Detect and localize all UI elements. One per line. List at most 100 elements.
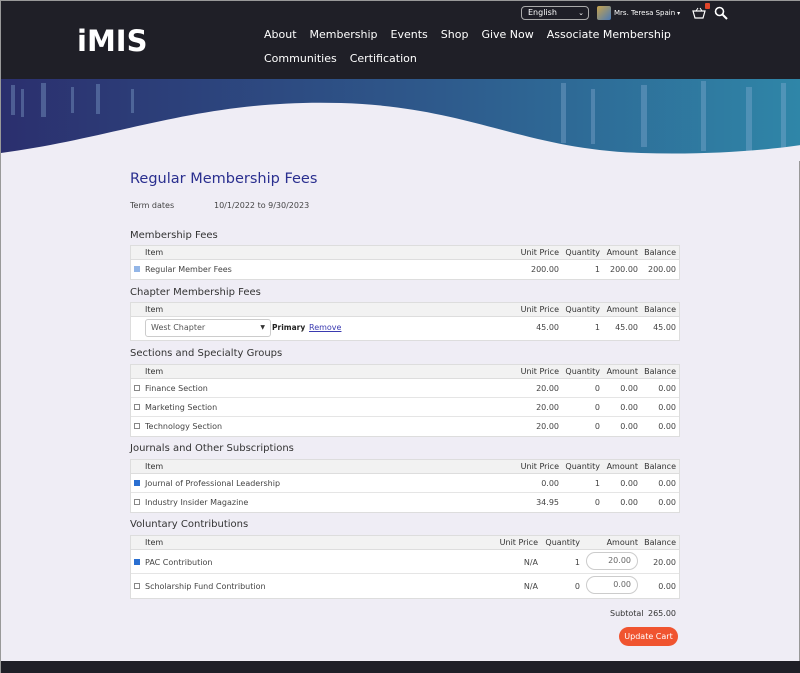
col-quantity: Quantity — [565, 367, 600, 376]
journals-table: Item Unit Price Quantity Amount Balance … — [130, 459, 680, 513]
col-unit-price: Unit Price — [520, 248, 559, 257]
col-balance: Balance — [644, 248, 676, 257]
col-quantity: Quantity — [565, 305, 600, 314]
nav-item-communities[interactable]: Communities — [264, 52, 337, 66]
row-item: Scholarship Fund Contribution — [145, 582, 266, 591]
amount-input[interactable]: 20.00 — [586, 552, 638, 570]
row-unit-price: 20.00 — [536, 384, 559, 393]
row-quantity: 0 — [574, 582, 580, 591]
row-amount: 0.00 — [620, 422, 638, 431]
row-balance: 0.00 — [658, 582, 676, 591]
cart-icon[interactable] — [692, 3, 711, 19]
row-quantity: 1 — [574, 558, 580, 567]
sections-table: Item Unit Price Quantity Amount Balance … — [130, 364, 680, 437]
col-item: Item — [145, 462, 164, 471]
row-checkbox[interactable] — [134, 423, 140, 429]
row-unit-price: 45.00 — [536, 323, 559, 332]
update-cart-button[interactable]: Update Cart — [619, 627, 678, 646]
row-quantity: 0 — [594, 498, 600, 507]
col-unit-price: Unit Price — [499, 538, 538, 547]
row-checkbox[interactable] — [134, 480, 140, 486]
row-amount: 45.00 — [615, 323, 638, 332]
table-row: Finance Section 20.00 0 0.00 0.00 — [131, 379, 679, 398]
row-unit-price: N/A — [523, 582, 538, 591]
row-quantity: 1 — [594, 479, 600, 488]
language-select[interactable]: English ⌄ — [521, 6, 589, 20]
col-item: Item — [145, 538, 164, 547]
row-balance: 200.00 — [648, 265, 676, 274]
row-unit-price: 20.00 — [536, 422, 559, 431]
row-checkbox[interactable] — [134, 559, 140, 565]
row-amount: 0.00 — [620, 479, 638, 488]
term-value: 10/1/2022 to 9/30/2023 — [214, 201, 310, 210]
row-checkbox[interactable] — [134, 583, 140, 589]
cart-badge — [705, 3, 711, 9]
nav-item-certification[interactable]: Certification — [350, 52, 417, 66]
row-item: Marketing Section — [145, 403, 218, 412]
nav-item-membership[interactable]: Membership — [310, 28, 378, 42]
table-header: Item Unit Price Quantity Amount Balance — [131, 303, 679, 317]
row-balance: 0.00 — [658, 498, 676, 507]
site-footer — [1, 661, 800, 673]
subtotal-value: 265.00 — [648, 609, 676, 618]
chapter-select[interactable]: West Chapter ▼ — [145, 319, 271, 337]
chapter-fees-table: Item Unit Price Quantity Amount Balance … — [130, 302, 680, 341]
subtotal-label: Subtotal — [610, 609, 644, 618]
user-menu[interactable]: Mrs. Teresa Spain ▾ — [597, 6, 680, 20]
row-quantity: 1 — [594, 265, 600, 274]
row-checkbox[interactable] — [134, 499, 140, 505]
nav-item-about[interactable]: About — [264, 28, 297, 42]
row-quantity: 0 — [594, 384, 600, 393]
section-heading-membership-fees: Membership Fees — [130, 230, 218, 241]
row-unit-price: 200.00 — [531, 265, 559, 274]
col-quantity: Quantity — [545, 538, 580, 547]
table-row: Industry Insider Magazine 34.95 0 0.00 0… — [131, 493, 679, 512]
col-quantity: Quantity — [565, 462, 600, 471]
col-quantity: Quantity — [565, 248, 600, 257]
search-icon[interactable] — [714, 6, 728, 20]
section-heading-contributions: Voluntary Contributions — [130, 519, 249, 530]
row-amount: 0.00 — [620, 498, 638, 507]
row-unit-price: N/A — [523, 558, 538, 567]
col-unit-price: Unit Price — [520, 462, 559, 471]
col-amount: Amount — [606, 367, 638, 376]
table-row: Regular Member Fees 200.00 1 200.00 200.… — [131, 260, 679, 279]
col-item: Item — [145, 248, 164, 257]
col-balance: Balance — [644, 367, 676, 376]
table-header: Item Unit Price Quantity Amount Balance — [131, 536, 679, 550]
row-balance: 0.00 — [658, 384, 676, 393]
row-checkbox[interactable] — [134, 404, 140, 410]
row-item: Journal of Professional Leadership — [145, 479, 281, 488]
table-row: Journal of Professional Leadership 0.00 … — [131, 474, 679, 493]
col-amount: Amount — [606, 248, 638, 257]
remove-link[interactable]: Remove — [309, 323, 341, 332]
nav-item-give-now[interactable]: Give Now — [481, 28, 533, 42]
table-row: Technology Section 20.00 0 0.00 0.00 — [131, 417, 679, 436]
amount-input[interactable]: 0.00 — [586, 576, 638, 594]
main-nav: About Membership Events Shop Give Now As… — [264, 28, 744, 66]
row-balance: 20.00 — [653, 558, 676, 567]
site-header: iMIS English ⌄ Mrs. Teresa Spain ▾ About… — [1, 1, 800, 79]
col-amount: Amount — [606, 305, 638, 314]
nav-item-associate-membership[interactable]: Associate Membership — [547, 28, 671, 42]
term-label: Term dates — [130, 201, 175, 210]
col-balance: Balance — [644, 305, 676, 314]
row-balance: 0.00 — [658, 479, 676, 488]
col-balance: Balance — [644, 538, 676, 547]
site-logo[interactable]: iMIS — [77, 27, 147, 56]
table-header: Item Unit Price Quantity Amount Balance — [131, 246, 679, 260]
primary-label: Primary — [272, 323, 306, 332]
row-checkbox[interactable] — [134, 385, 140, 391]
row-amount: 0.00 — [620, 403, 638, 412]
row-item: Technology Section — [145, 422, 223, 431]
caret-down-icon: ▾ — [677, 9, 681, 17]
row-item: Industry Insider Magazine — [145, 498, 249, 507]
row-unit-price: 20.00 — [536, 403, 559, 412]
nav-item-shop[interactable]: Shop — [441, 28, 469, 42]
contributions-table: Item Unit Price Quantity Amount Balance … — [130, 535, 680, 599]
row-item: Finance Section — [145, 384, 208, 393]
table-row: PAC Contribution N/A 1 20.00 20.00 — [131, 550, 679, 574]
nav-item-events[interactable]: Events — [391, 28, 428, 42]
col-unit-price: Unit Price — [520, 367, 559, 376]
col-amount: Amount — [606, 462, 638, 471]
